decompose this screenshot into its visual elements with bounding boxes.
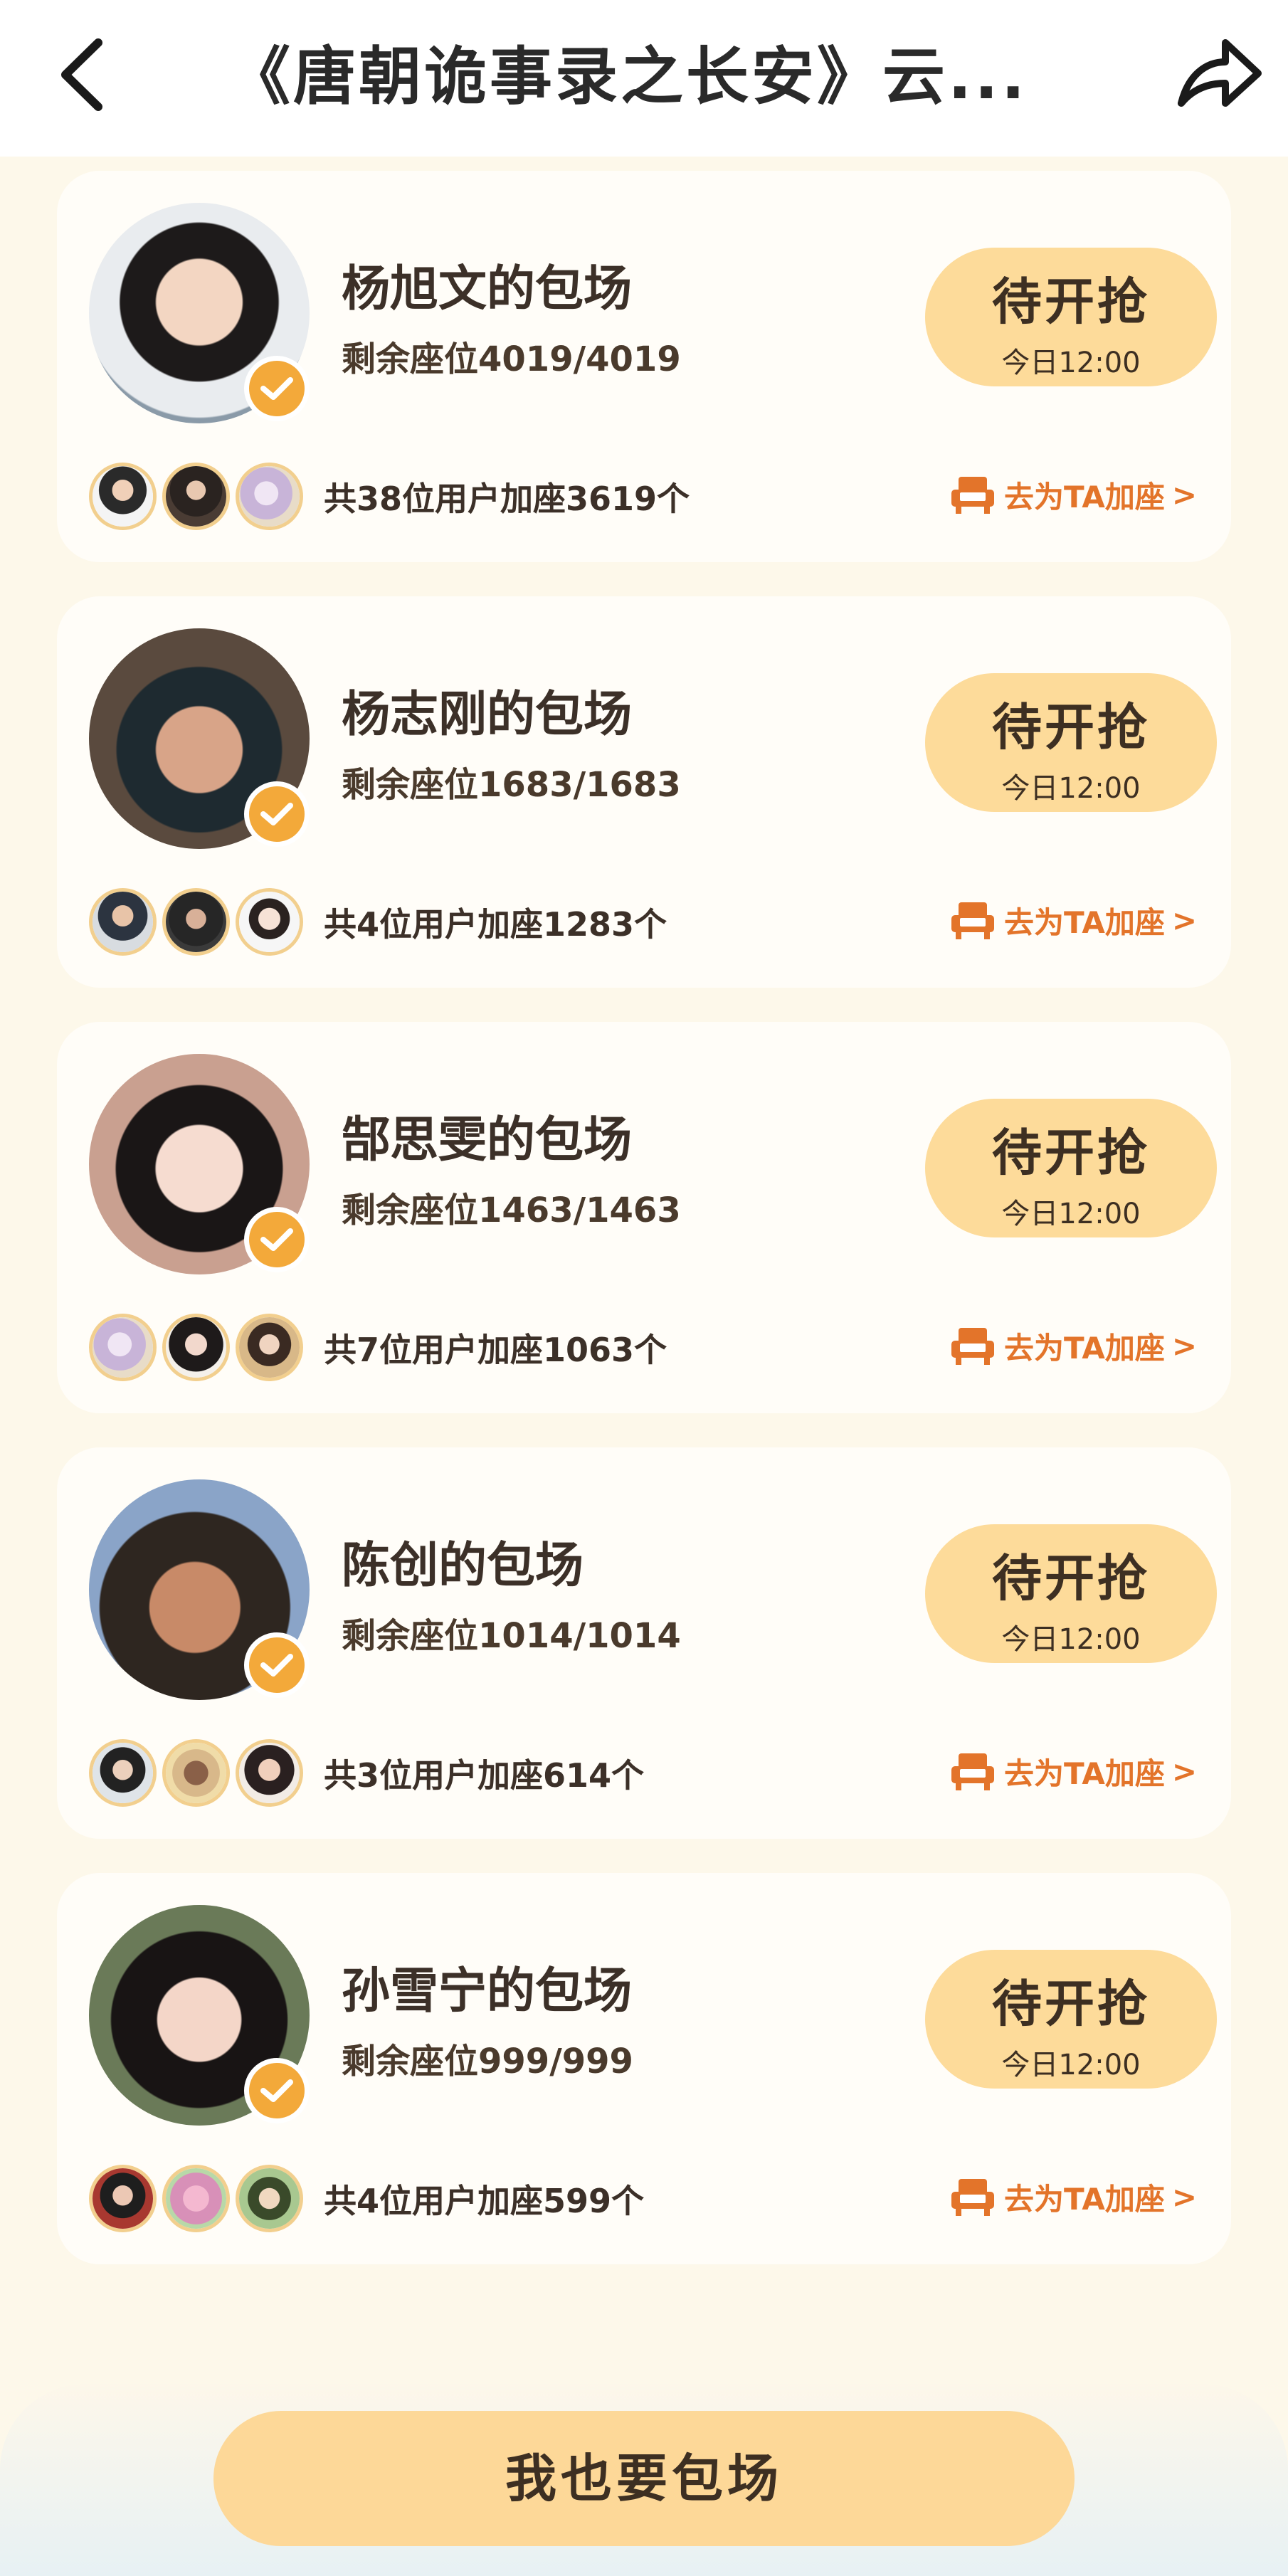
user-avatar (162, 888, 230, 956)
booking-card[interactable]: 孙雪宁的包场 剩余座位999/999 待开抢 今日12:00 共4位用户加座59… (57, 1873, 1231, 2264)
add-seat-link[interactable]: 去为TA加座 > (950, 2172, 1197, 2222)
chevron-right-icon: > (1171, 477, 1198, 512)
sofa-icon (951, 2179, 994, 2216)
add-seat-link[interactable]: 去为TA加座 > (950, 1321, 1197, 1371)
user-avatar (162, 463, 230, 530)
sofa-icon (951, 1753, 994, 1790)
host-avatar[interactable] (89, 628, 317, 856)
share-button[interactable] (1174, 32, 1263, 117)
grab-button[interactable]: 待开抢 今日12:00 (925, 1099, 1217, 1237)
booking-title: 郜思雯的包场 (342, 1112, 633, 1168)
create-booking-button[interactable]: 我也要包场 (213, 2411, 1075, 2546)
user-avatar (162, 1739, 230, 1807)
add-seat-label: 去为TA加座 (1004, 479, 1165, 514)
booking-title: 孙雪宁的包场 (342, 1963, 633, 2020)
grab-status-label: 待开抢 (992, 273, 1150, 331)
share-arrow-icon (1178, 39, 1262, 107)
back-button[interactable] (50, 36, 121, 114)
booking-card[interactable]: 杨志刚的包场 剩余座位1683/1683 待开抢 今日12:00 共4位用户加座… (57, 596, 1231, 988)
top-nav-bar: 《唐朝诡事录之长安》云... (0, 0, 1288, 157)
user-avatar (89, 1739, 157, 1807)
host-avatar[interactable] (89, 1479, 317, 1707)
remaining-seats: 剩余座位1014/1014 (342, 1616, 681, 1656)
sofa-icon (951, 902, 994, 939)
joined-users-text: 共7位用户加座1063个 (324, 1331, 667, 1369)
joined-users-text: 共3位用户加座614个 (324, 1756, 645, 1795)
grab-button[interactable]: 待开抢 今日12:00 (925, 673, 1217, 812)
grab-status-label: 待开抢 (992, 1124, 1150, 1182)
host-avatar[interactable] (89, 1905, 317, 2133)
verified-badge-icon (244, 2058, 310, 2123)
booking-title: 杨旭文的包场 (342, 261, 633, 317)
joined-users-text: 共4位用户加座1283个 (324, 905, 667, 944)
user-avatar (162, 1314, 230, 1381)
verified-badge-icon (244, 1207, 310, 1272)
verified-badge-icon (244, 356, 310, 421)
grab-button[interactable]: 待开抢 今日12:00 (925, 1950, 1217, 2089)
add-seat-label: 去为TA加座 (1004, 1330, 1165, 1366)
booking-card[interactable]: 杨旭文的包场 剩余座位4019/4019 待开抢 今日12:00 共38位用户加… (57, 171, 1231, 562)
host-avatar[interactable] (89, 1054, 317, 1282)
grab-time-label: 今日12:00 (1001, 2049, 1141, 2081)
add-seat-label: 去为TA加座 (1004, 2181, 1165, 2217)
booking-title: 陈创的包场 (342, 1538, 584, 1594)
booking-card[interactable]: 郜思雯的包场 剩余座位1463/1463 待开抢 今日12:00 共7位用户加座… (57, 1022, 1231, 1413)
user-avatar (236, 463, 303, 530)
joined-users-text: 共4位用户加座599个 (324, 2182, 645, 2220)
grab-status-label: 待开抢 (992, 1975, 1150, 2033)
remaining-seats: 剩余座位999/999 (342, 2042, 633, 2081)
grab-status-label: 待开抢 (992, 1549, 1150, 1608)
user-avatar (236, 2165, 303, 2232)
grab-time-label: 今日12:00 (1001, 347, 1141, 379)
chevron-right-icon: > (1171, 1328, 1198, 1363)
grab-time-label: 今日12:00 (1001, 1198, 1141, 1230)
add-seat-link[interactable]: 去为TA加座 > (950, 470, 1197, 519)
grab-time-label: 今日12:00 (1001, 1623, 1141, 1656)
remaining-seats: 剩余座位4019/4019 (342, 339, 681, 379)
user-avatar (89, 888, 157, 956)
add-seat-label: 去为TA加座 (1004, 1756, 1165, 1791)
chevron-right-icon: > (1171, 902, 1198, 938)
booking-card[interactable]: 陈创的包场 剩余座位1014/1014 待开抢 今日12:00 共3位用户加座6… (57, 1447, 1231, 1839)
grab-button[interactable]: 待开抢 今日12:00 (925, 1524, 1217, 1663)
host-avatar[interactable] (89, 203, 317, 431)
add-seat-link[interactable]: 去为TA加座 > (950, 1746, 1197, 1796)
joined-users-text: 共38位用户加座3619个 (324, 480, 690, 518)
chevron-left-icon (61, 38, 102, 111)
remaining-seats: 剩余座位1463/1463 (342, 1191, 681, 1230)
grab-button[interactable]: 待开抢 今日12:00 (925, 248, 1217, 386)
user-avatar (236, 1314, 303, 1381)
sofa-icon (951, 477, 994, 514)
remaining-seats: 剩余座位1683/1683 (342, 765, 681, 805)
chevron-right-icon: > (1171, 2179, 1198, 2215)
user-avatar (236, 1739, 303, 1807)
user-avatar (89, 1314, 157, 1381)
grab-time-label: 今日12:00 (1001, 772, 1141, 805)
page-title: 《唐朝诡事录之长安》云... (228, 40, 1028, 113)
booking-title: 杨志刚的包场 (342, 687, 633, 743)
user-avatar (89, 2165, 157, 2232)
chevron-right-icon: > (1171, 1753, 1198, 1789)
user-avatar (236, 888, 303, 956)
sofa-icon (951, 1328, 994, 1365)
add-seat-label: 去为TA加座 (1004, 904, 1165, 940)
user-avatar (162, 2165, 230, 2232)
verified-badge-icon (244, 781, 310, 847)
verified-badge-icon (244, 1632, 310, 1698)
grab-status-label: 待开抢 (992, 698, 1150, 756)
add-seat-link[interactable]: 去为TA加座 > (950, 895, 1197, 945)
user-avatar (89, 463, 157, 530)
